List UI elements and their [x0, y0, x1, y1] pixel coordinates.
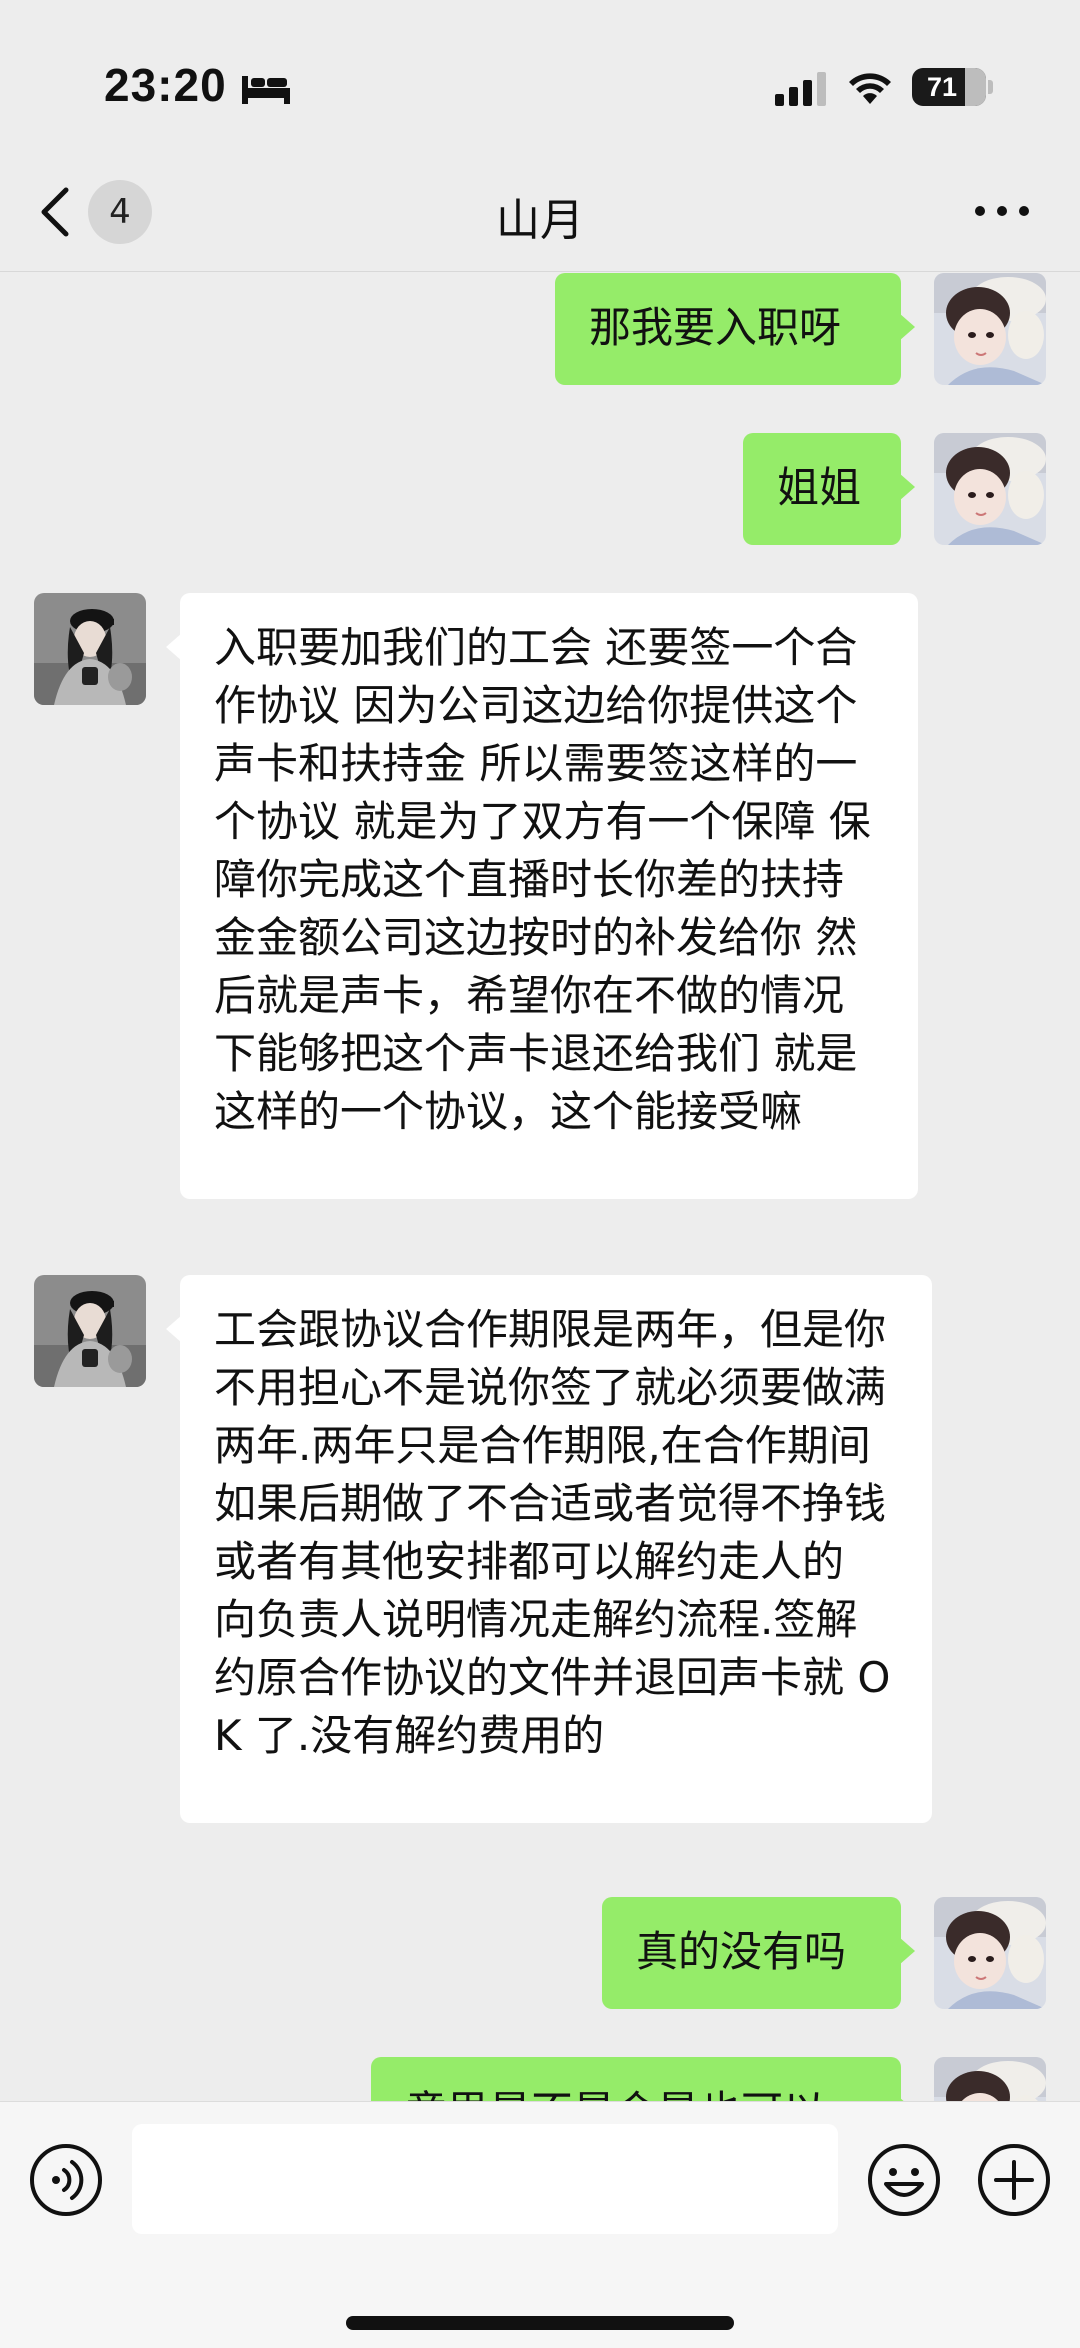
message-text: 工会跟协议合作期限是两年，但是你不用担心不是说你签了就必须要做满两年.两年只是合… [214, 1305, 891, 1760]
bed-icon [242, 76, 290, 104]
message-text: 真的没有吗 [636, 1927, 847, 1976]
bubble-tail [899, 473, 915, 501]
avatar-self[interactable] [934, 1897, 1046, 2009]
message-text: 姐姐 [777, 463, 862, 512]
message-bubble-sent[interactable]: 姐姐 [743, 433, 915, 545]
home-indicator[interactable] [346, 2316, 734, 2330]
message-bubble-sent[interactable]: 真的没有吗 [602, 1897, 915, 2009]
ellipsis-icon[interactable] [972, 200, 1032, 222]
status-time: 23:20 [104, 59, 227, 111]
avatar-self[interactable] [934, 433, 1046, 545]
avatar-self[interactable] [934, 273, 1046, 385]
message-text: 意思是不是会是也可以 [405, 2083, 867, 2101]
smiley-icon[interactable] [866, 2142, 942, 2218]
avatar-self[interactable] [934, 2057, 1046, 2101]
bubble-tail [166, 1315, 182, 1343]
status-bar: 23:20 71 [0, 0, 1080, 150]
voice-icon[interactable] [28, 2142, 104, 2218]
battery-percent: 71 [926, 72, 958, 102]
wifi-icon [849, 73, 891, 104]
message-bubble-sent[interactable]: 那我要入职呀 [555, 273, 915, 385]
bubble-tail [899, 1937, 915, 1965]
message-bubble-sent[interactable]: 意思是不是会是也可以 [371, 2057, 915, 2101]
input-bar [0, 2101, 1080, 2348]
message-list[interactable]: 那我要入职呀 姐姐 入职要加我们的工会 还要签一个合作协议 因为公司这边给你提供… [0, 273, 1080, 2101]
message-bubble-received[interactable]: 工会跟协议合作期限是两年，但是你不用担心不是说你签了就必须要做满两年.两年只是合… [166, 1275, 932, 1823]
message-input[interactable] [132, 2124, 838, 2234]
cellular-signal-icon [775, 72, 826, 106]
chat-header: 4 山月 [0, 150, 1080, 272]
avatar-contact[interactable] [34, 593, 146, 705]
bubble-tail [899, 313, 915, 341]
battery-icon: 71 [912, 68, 986, 106]
message-bubble-received[interactable]: 入职要加我们的工会 还要签一个合作协议 因为公司这边给你提供这个声卡和扶持金 所… [166, 593, 918, 1199]
bubble-tail [166, 633, 182, 661]
message-text: 那我要入职呀 [589, 303, 842, 352]
chat-title: 山月 [496, 195, 584, 246]
avatar-contact[interactable] [34, 1275, 146, 1387]
battery-cap [988, 80, 993, 94]
plus-icon[interactable] [976, 2142, 1052, 2218]
message-text: 入职要加我们的工会 还要签一个合作协议 因为公司这边给你提供这个声卡和扶持金 所… [214, 623, 871, 1136]
